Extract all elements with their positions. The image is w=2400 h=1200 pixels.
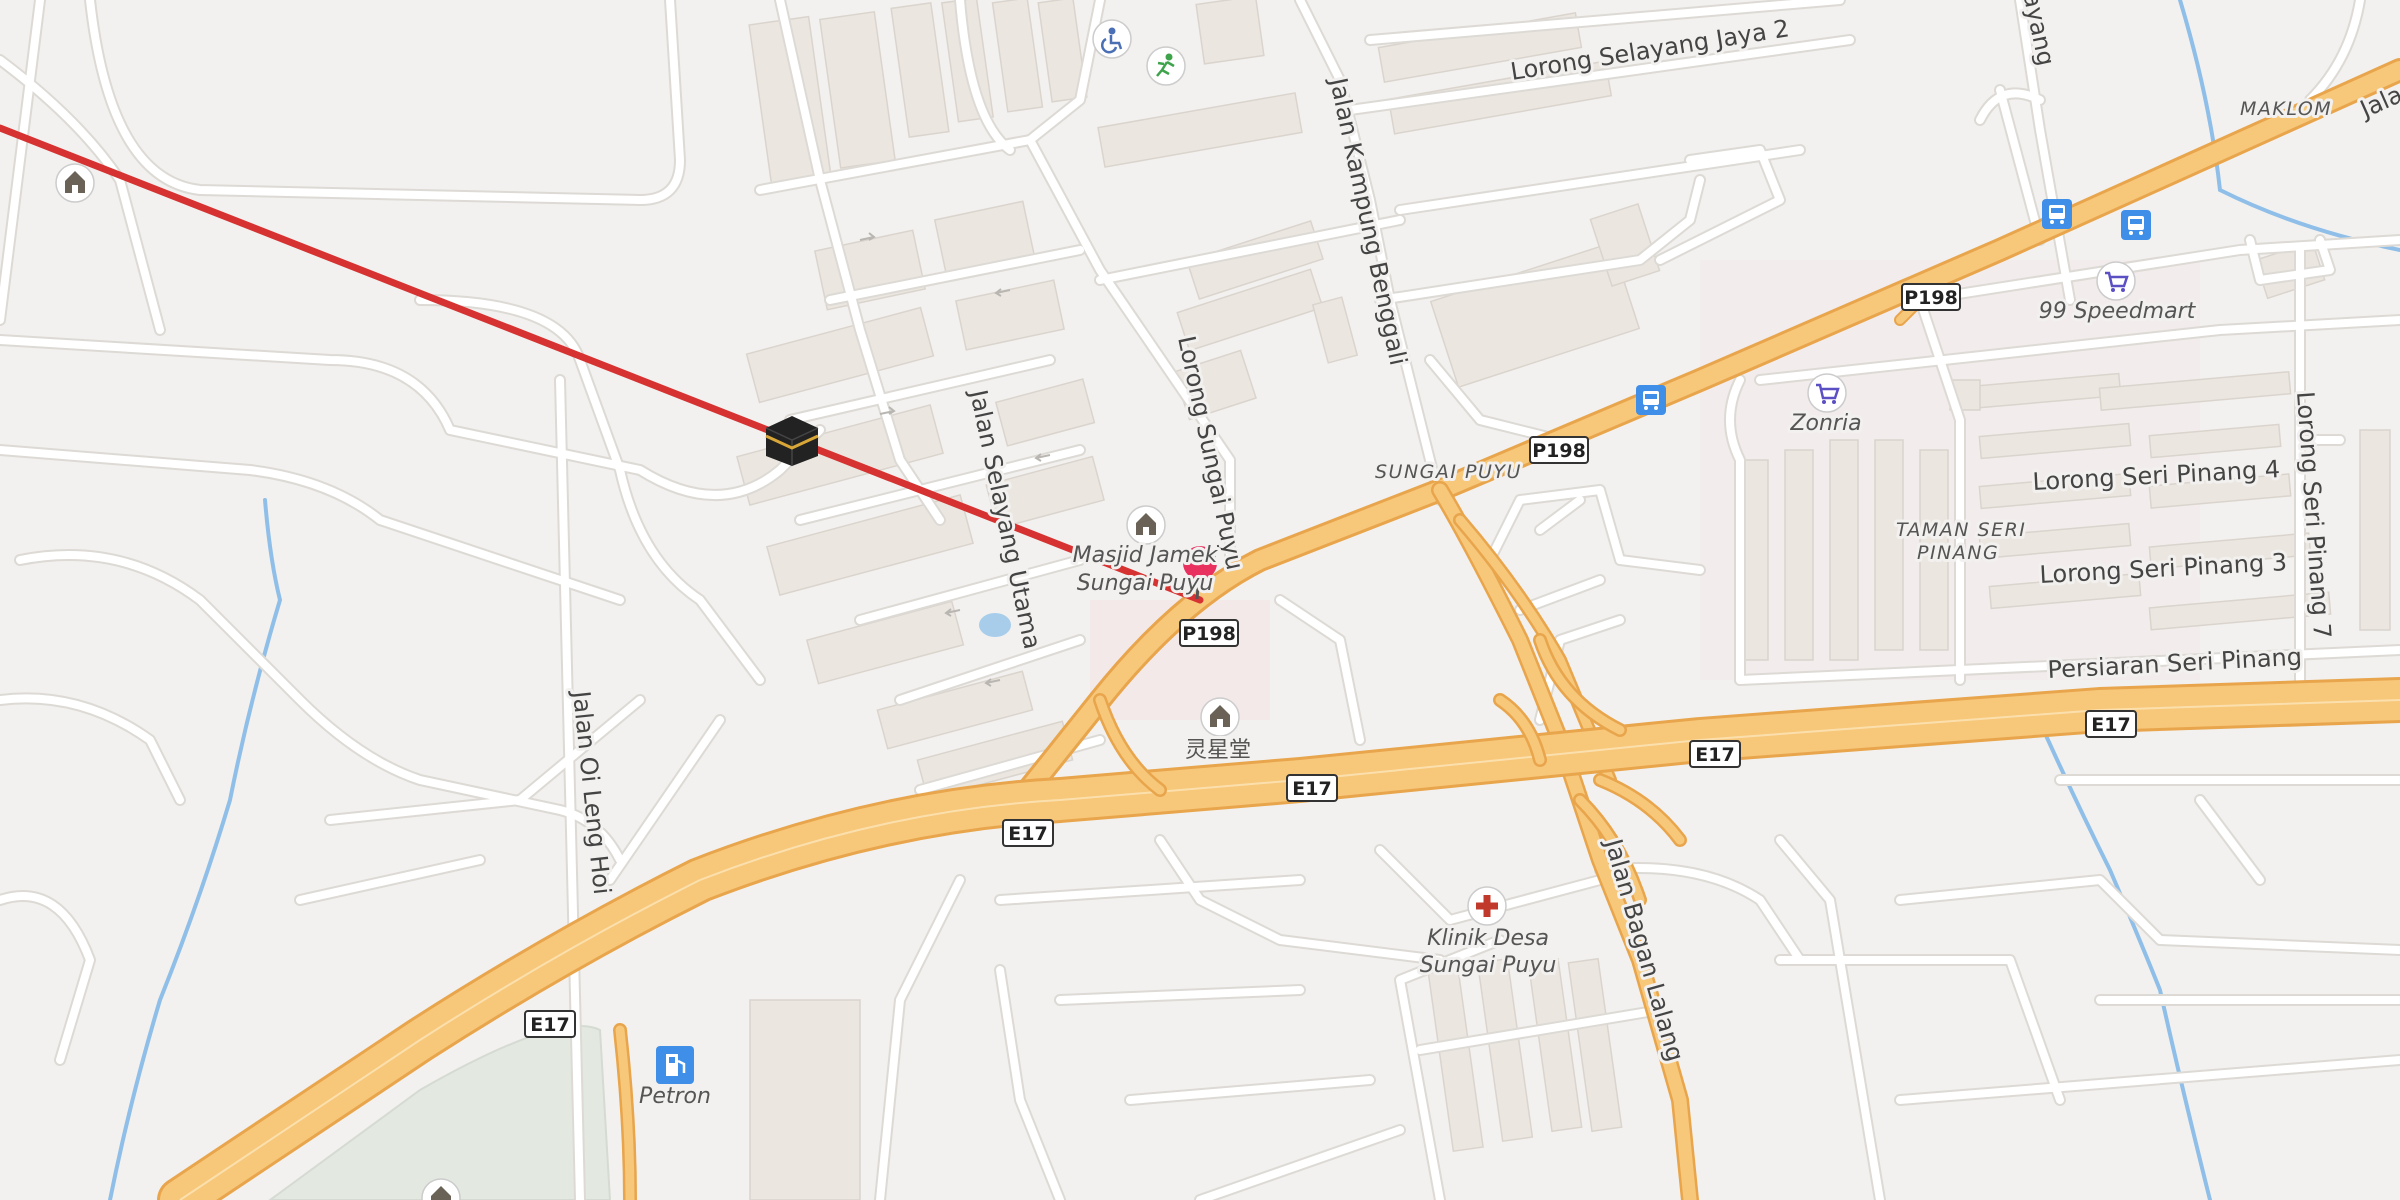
- svg-text:E17: E17: [1292, 778, 1331, 800]
- svg-text:E17: E17: [1008, 823, 1047, 845]
- poi-label: Zonria: [1789, 411, 1861, 436]
- poi-label: Masjid Jamek: [1073, 543, 1219, 568]
- sports-icon[interactable]: [1146, 46, 1186, 86]
- svg-text:P198: P198: [1532, 440, 1586, 462]
- kaaba-icon[interactable]: [765, 416, 819, 466]
- temple-icon[interactable]: [1200, 697, 1240, 737]
- route-shield: P198: [1901, 283, 1961, 311]
- route-shield: E17: [1286, 774, 1338, 802]
- svg-text:P198: P198: [1182, 623, 1236, 645]
- route-shield: E17: [2085, 710, 2137, 738]
- area-label: TAMAN SERI: [1896, 519, 2026, 541]
- pond: [979, 613, 1011, 637]
- svg-text:E17: E17: [2091, 714, 2130, 736]
- poi-label: Sungai Puyu: [1420, 953, 1557, 978]
- bus-stop-icon[interactable]: [2042, 199, 2072, 229]
- temple-icon[interactable]: [1126, 505, 1166, 545]
- route-shield: P198: [1179, 619, 1239, 647]
- route-shield: P198: [1529, 436, 1589, 464]
- shopping-cart-icon[interactable]: [2096, 261, 2136, 301]
- route-shield: E17: [1002, 819, 1054, 847]
- bus-stop-icon[interactable]: [2121, 210, 2151, 240]
- svg-text:E17: E17: [530, 1014, 569, 1036]
- area-label: MAKLOM: [2240, 98, 2332, 120]
- temple-icon[interactable]: [55, 163, 95, 203]
- route-shield: E17: [1689, 740, 1741, 768]
- poi-label: Klinik Desa: [1427, 926, 1549, 951]
- wheelchair-icon[interactable]: [1092, 19, 1132, 59]
- area-label: SUNGAI PUYU: [1375, 461, 1522, 483]
- clinic-cross-icon[interactable]: [1467, 886, 1507, 926]
- svg-text:P198: P198: [1904, 287, 1958, 309]
- map-canvas[interactable]: Lorong Selayang Jaya 2 Jalan Kampung Ben…: [0, 0, 2400, 1200]
- fuel-station-icon[interactable]: [656, 1046, 694, 1084]
- area-label: PINANG: [1917, 542, 1999, 564]
- shopping-cart-icon[interactable]: [1807, 373, 1847, 413]
- poi-label: 灵星堂: [1185, 738, 1251, 763]
- poi-label: Petron: [639, 1084, 711, 1109]
- poi-label: 99 Speedmart: [2039, 299, 2197, 324]
- bus-stop-icon[interactable]: [1636, 385, 1666, 415]
- route-shield: E17: [524, 1010, 576, 1038]
- poi-label: Sungai Puyu: [1077, 571, 1214, 596]
- svg-text:E17: E17: [1695, 744, 1734, 766]
